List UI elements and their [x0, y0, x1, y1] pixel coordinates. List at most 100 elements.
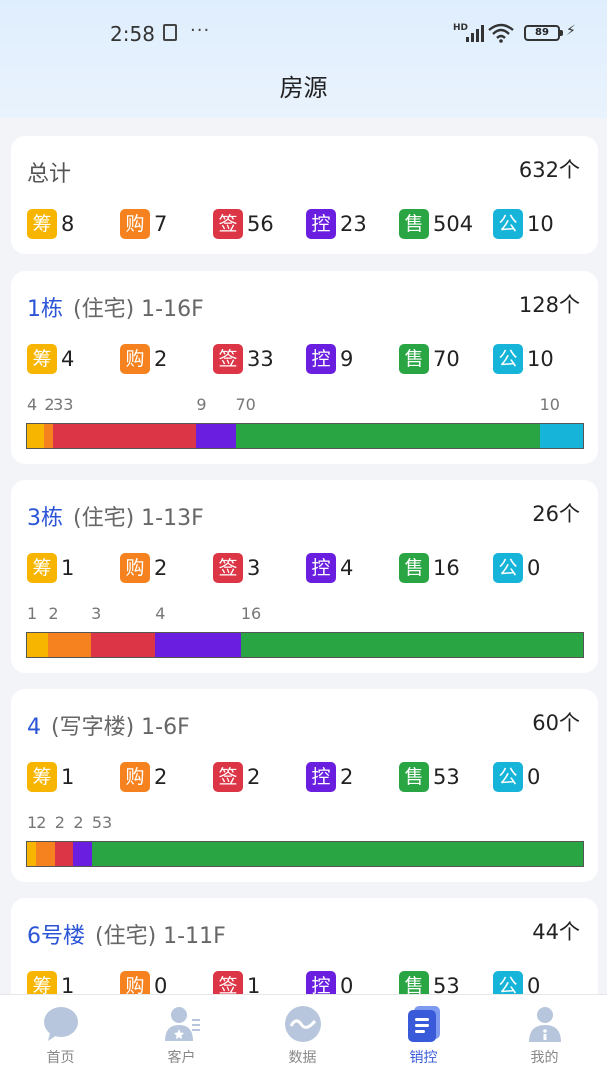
stat-value: 56 [247, 212, 274, 236]
stat-value: 1 [61, 974, 75, 994]
stat-value: 4 [61, 347, 75, 371]
stat-item: 购2 [120, 761, 167, 793]
stat-item: 签2 [213, 761, 260, 793]
stat-item: 筹1 [27, 970, 74, 994]
bar-segment-label: 10 [539, 395, 560, 414]
page-title: 房源 [279, 74, 328, 102]
battery-icon: 89 [524, 25, 563, 41]
stat-value: 0 [527, 974, 541, 994]
status-badge: 签 [213, 971, 243, 994]
tab-label: 我的 [530, 1050, 559, 1066]
bar-segment-label: 2 [36, 813, 47, 832]
wifi-icon [488, 23, 514, 43]
status-bar-chart [26, 632, 584, 658]
building-card[interactable]: 6号楼 (住宅) 1-11F 44个 筹 1 购 0 签 1 控 0 售 53 公 0 [11, 898, 598, 994]
building-card[interactable]: 1栋 (住宅) 1-16F 128个 筹 4 购 2 签 33 控 9 售 70 公 10 4 2 33 9 7… [11, 271, 598, 464]
header-area: 2:58 ··· HD 89 ⚡ 房源 [0, 0, 607, 118]
status-badge: 筹 [27, 344, 57, 374]
bar-segment [155, 633, 241, 657]
stat-item: 售 53 [399, 761, 460, 793]
tab-home[interactable]: 首页 [0, 995, 121, 1081]
status-bar-chart [26, 841, 584, 867]
stat-item: 购2 [120, 552, 167, 584]
status-badge: 控 [306, 553, 336, 583]
stat-item: 购0 [120, 970, 167, 994]
status-badge: 售 [399, 553, 429, 583]
stat-item: 筹4 [27, 343, 74, 375]
stat-item: 筹8 [27, 208, 74, 240]
status-time: 2:58 [110, 22, 155, 46]
stat-item: 公0 [493, 761, 540, 793]
status-badge: 购 [120, 971, 150, 994]
building-card[interactable]: 3栋 (住宅) 1-13F 26个 筹 1 购 2 签 3 控 4 售 16 公 0 1 2 3 4 16 [11, 480, 598, 673]
status-badge: 购 [120, 344, 150, 374]
building-name: 1栋 (住宅) 1-16F [27, 297, 204, 322]
building-total: 128个 [518, 293, 580, 317]
stat-item: 售 53 [399, 970, 460, 994]
stat-item: 筹1 [27, 761, 74, 793]
status-badge: 筹 [27, 762, 57, 792]
stat-item: 购2 [120, 343, 167, 375]
stat-value: 53 [433, 974, 460, 994]
house-list[interactable]: 总计 632个 筹 8 购 7 签 56 控 23 售 504 公 10 1栋 (住宅) 1-16F 1… [0, 118, 607, 994]
stat-value: 0 [154, 974, 168, 994]
status-badge: 控 [306, 344, 336, 374]
tab-profile[interactable]: 我的 [484, 995, 605, 1081]
status-badge: 签 [213, 344, 243, 374]
stat-item: 控 23 [306, 208, 367, 240]
more-notifications-icon: ··· [190, 20, 211, 41]
stat-item: 控9 [306, 343, 353, 375]
bar-segment [91, 842, 583, 866]
bar-segment [54, 842, 74, 866]
bar-segment-label: 3 [91, 604, 102, 623]
data-wave-icon [285, 1006, 321, 1042]
tab-sales-control[interactable]: 销控 [363, 995, 484, 1081]
status-bar: 2:58 ··· HD 89 ⚡ [0, 0, 607, 70]
stat-item: 签1 [213, 970, 260, 994]
building-name: 4 (写字楼) 1-6F [27, 715, 190, 740]
bar-segment [240, 633, 583, 657]
stat-value: 16 [433, 556, 460, 580]
bar-segment-label: 4 [155, 604, 166, 623]
stat-item: 售 504 [399, 208, 473, 240]
summary-card: 总计 632个 筹 8 购 7 签 56 控 23 售 504 公 10 [11, 136, 598, 254]
stat-value: 33 [247, 347, 274, 371]
building-total: 44个 [532, 920, 580, 944]
tab-customers[interactable]: 客户 [121, 995, 242, 1081]
charging-icon: ⚡ [566, 23, 576, 39]
bar-segment [36, 842, 55, 866]
status-badge: 筹 [27, 553, 57, 583]
status-badge: 签 [213, 209, 243, 239]
bar-segment [91, 633, 156, 657]
building-name: 3栋 (住宅) 1-13F [27, 506, 204, 531]
stat-value: 10 [527, 212, 554, 236]
building-card[interactable]: 4 (写字楼) 1-6F 60个 筹 1 购 2 签 2 控 2 售 53 公 0 1 2 2 2 53 [11, 689, 598, 882]
bar-segment [73, 842, 92, 866]
stat-item: 签 33 [213, 343, 274, 375]
status-badge: 签 [213, 762, 243, 792]
bar-segment [27, 633, 49, 657]
stat-item: 签3 [213, 552, 260, 584]
stat-item: 公 10 [493, 208, 554, 240]
stat-value: 2 [247, 765, 261, 789]
stat-value: 1 [61, 765, 75, 789]
status-badge: 控 [306, 762, 336, 792]
bar-segment [44, 424, 54, 448]
status-badge: 筹 [27, 209, 57, 239]
building-total: 60个 [532, 711, 580, 735]
stat-item: 售 16 [399, 552, 460, 584]
stat-value: 2 [154, 765, 168, 789]
bar-segment-label: 1 [27, 604, 38, 623]
profile-icon [529, 1007, 561, 1042]
sales-control-icon [408, 1006, 440, 1042]
tab-data[interactable]: 数据 [242, 995, 363, 1081]
signal-icon [462, 24, 484, 42]
summary-name: 总计 [27, 162, 72, 187]
stat-item: 控4 [306, 552, 353, 584]
stat-item: 控0 [306, 970, 353, 994]
customer-icon [165, 1007, 200, 1041]
status-badge: 售 [399, 344, 429, 374]
building-stats: 筹 1 购 0 签 1 控 0 售 53 公 0 [27, 970, 587, 994]
status-badge: 公 [493, 209, 523, 239]
chat-bubble-icon [44, 1007, 78, 1041]
